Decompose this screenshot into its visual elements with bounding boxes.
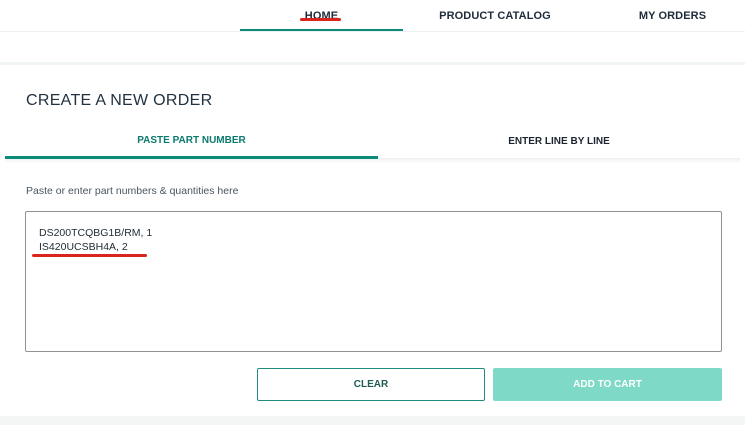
red-annotation-underline — [32, 254, 147, 257]
nav-my-orders[interactable]: MY ORDERS — [630, 0, 715, 31]
part-numbers-textarea[interactable]: DS200TCQBG1B/RM, 1 IS420UCSBH4A, 2 — [25, 211, 722, 352]
nav-product-catalog[interactable]: PRODUCT CATALOG — [435, 0, 555, 31]
textarea-line: DS200TCQBG1B/RM, 1 — [39, 227, 153, 239]
page-title: CREATE A NEW ORDER — [26, 92, 213, 109]
tab-paste-part-number-label: PASTE PART NUMBER — [137, 135, 246, 146]
tab-enter-line-by-line-label: ENTER LINE BY LINE — [508, 136, 610, 147]
footer-band — [0, 416, 745, 425]
nav-divider — [0, 31, 745, 32]
tab-paste-part-number[interactable]: PASTE PART NUMBER — [5, 125, 378, 159]
top-navigation: HOME PRODUCT CATALOG MY ORDERS — [0, 0, 745, 31]
red-annotation-underline — [300, 18, 341, 21]
nav-product-catalog-label: PRODUCT CATALOG — [439, 9, 551, 22]
clear-button-label: CLEAR — [353, 379, 389, 390]
order-entry-tabs: PASTE PART NUMBER ENTER LINE BY LINE — [5, 125, 740, 159]
textarea-line: IS420UCSBH4A, 2 — [39, 241, 128, 253]
nav-home[interactable]: HOME — [240, 0, 403, 31]
tabs-shadow — [5, 159, 740, 164]
tab-enter-line-by-line[interactable]: ENTER LINE BY LINE — [378, 125, 740, 159]
add-to-cart-button[interactable]: ADD TO CART — [493, 368, 722, 401]
add-to-cart-button-label: ADD TO CART — [573, 379, 642, 390]
clear-button[interactable]: CLEAR — [257, 368, 485, 401]
input-instructions: Paste or enter part numbers & quantities… — [26, 185, 239, 197]
section-divider — [0, 62, 745, 65]
nav-my-orders-label: MY ORDERS — [638, 9, 707, 22]
